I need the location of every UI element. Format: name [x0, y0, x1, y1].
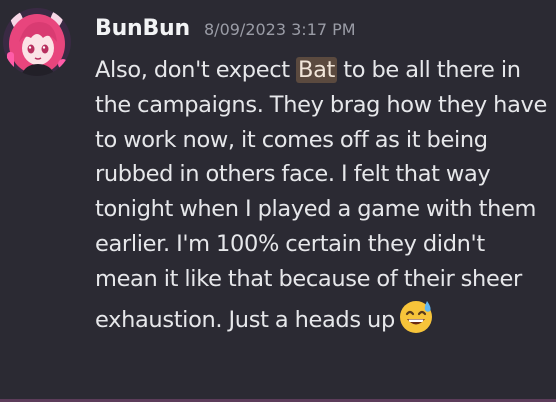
avatar-image: [3, 8, 71, 76]
chat-message: BunBun 8/09/2023 3:17 PM Also, don't exp…: [0, 0, 556, 402]
username[interactable]: BunBun: [95, 16, 190, 41]
avatar[interactable]: [3, 8, 71, 76]
message-text: Also, don't expect: [95, 57, 296, 83]
message-text: to be all there in the campaigns. They b…: [95, 57, 547, 333]
message-content: Also, don't expect Bat to be all there i…: [95, 53, 547, 337]
sweat-smile-emoji-icon: [397, 297, 435, 335]
message-header: BunBun 8/09/2023 3:17 PM: [95, 16, 356, 48]
timestamp: 8/09/2023 3:17 PM: [204, 20, 356, 39]
user-mention[interactable]: Bat: [296, 57, 337, 83]
